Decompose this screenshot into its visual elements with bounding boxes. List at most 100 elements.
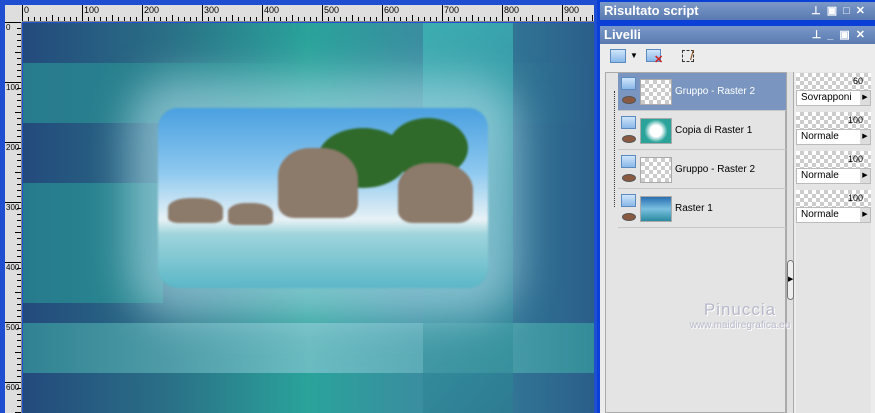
opacity-slider[interactable]: 100 <box>796 190 871 207</box>
layer-row[interactable]: Raster 1 <box>618 190 786 228</box>
ruler-tick <box>496 17 497 21</box>
ruler-tick <box>76 17 77 21</box>
ruler-label: 300 <box>204 5 220 15</box>
new-layer-icon[interactable]: ▼ <box>608 47 638 67</box>
ruler-tick <box>310 17 311 21</box>
ruler-tick <box>562 5 563 21</box>
opacity-value: 60 <box>852 76 863 86</box>
ruler-tick <box>508 17 509 21</box>
ruler-tick <box>196 17 197 21</box>
ruler-tick <box>472 15 473 21</box>
blend-mode-select[interactable]: Normale ▶ <box>796 168 871 184</box>
blend-mode-value: Normale <box>801 131 839 142</box>
edit-selection-icon[interactable]: / <box>680 47 702 67</box>
visibility-eye-icon[interactable] <box>622 212 636 221</box>
ruler-tick <box>430 17 431 21</box>
layers-panel-titlebar[interactable]: Livelli ⊥_▣✕ <box>600 26 875 44</box>
ruler-tick <box>148 17 149 21</box>
panel-window-buttons[interactable]: ⊥_▣✕ <box>812 28 871 41</box>
ruler-tick <box>15 52 21 53</box>
ruler-tick <box>388 17 389 21</box>
ruler-tick <box>15 352 21 353</box>
ruler-tick <box>17 160 21 161</box>
ruler-tick <box>17 196 21 197</box>
ruler-tick <box>442 5 443 21</box>
ruler-label: 200 <box>6 143 20 152</box>
ruler-tick <box>17 268 21 269</box>
image-window: 0 100 200 300 400 500 600 700 800 900 0 100 200 300 4… <box>0 0 597 413</box>
ruler-tick <box>17 406 21 407</box>
ruler-tick <box>15 172 21 173</box>
ruler-tick <box>100 17 101 21</box>
dropdown-arrow-icon[interactable]: ▶ <box>860 130 870 144</box>
ruler-tick <box>214 17 215 21</box>
ruler-tick <box>286 17 287 21</box>
blend-mode-select[interactable]: Normale ▶ <box>796 129 871 145</box>
ruler-tick <box>400 17 401 21</box>
layer-icons <box>618 74 640 110</box>
ruler-tick <box>592 15 593 21</box>
ruler-label: 500 <box>6 323 20 332</box>
ruler-tick <box>532 15 533 21</box>
ruler-tick <box>412 15 413 21</box>
ruler-tick <box>466 17 467 21</box>
panel-splitter[interactable]: ▶ <box>786 72 794 413</box>
ruler-tick <box>17 244 21 245</box>
layer-name: Gruppo - Raster 2 <box>675 164 756 175</box>
ruler-tick <box>328 17 329 21</box>
dropdown-arrow-icon[interactable]: ▶ <box>860 208 870 222</box>
raster-layer-icon <box>621 76 636 90</box>
ruler-tick <box>448 17 449 21</box>
vertical-ruler: 0 100 200 300 400 500 600 <box>5 22 22 413</box>
layer-row[interactable]: Gruppo - Raster 2 <box>618 151 786 189</box>
visibility-eye-icon[interactable] <box>622 173 636 182</box>
ruler-label: 300 <box>6 203 20 212</box>
ruler-tick <box>17 130 21 131</box>
ruler-tick <box>88 17 89 21</box>
ruler-tick <box>298 17 299 21</box>
layer-row[interactable]: Copia di Raster 1 <box>618 112 786 150</box>
opacity-slider[interactable]: 60 <box>796 73 871 90</box>
blend-mode-value: Sovrapponi <box>801 92 852 103</box>
ruler-tick <box>244 17 245 21</box>
group-tree-line <box>614 91 615 207</box>
ruler-tick <box>17 370 21 371</box>
image-canvas[interactable] <box>23 23 594 413</box>
opacity-slider[interactable]: 100 <box>796 112 871 129</box>
ruler-tick <box>22 5 23 21</box>
panel-window-buttons[interactable]: ⊥▣□✕ <box>811 4 871 17</box>
ruler-tick <box>454 17 455 21</box>
ruler-tick <box>520 17 521 21</box>
ruler-tick <box>34 17 35 21</box>
script-panel-titlebar[interactable]: Risultato script ⊥▣□✕ <box>600 2 875 20</box>
dropdown-arrow-icon[interactable]: ▶ <box>860 169 870 183</box>
ruler-tick <box>17 178 21 179</box>
ruler-tick <box>280 17 281 21</box>
ruler-tick <box>17 58 21 59</box>
ruler-label: 500 <box>324 5 340 15</box>
ruler-tick <box>334 17 335 21</box>
ruler-tick <box>142 5 143 21</box>
layer-icons <box>618 191 640 227</box>
ruler-tick <box>184 17 185 21</box>
dropdown-arrow-icon[interactable]: ▶ <box>860 91 870 105</box>
beach-photo <box>158 108 488 288</box>
ruler-tick <box>256 17 257 21</box>
blend-mode-select[interactable]: Normale ▶ <box>796 207 871 223</box>
splitter-arrow-icon[interactable]: ▶ <box>787 260 794 300</box>
visibility-eye-icon[interactable] <box>622 95 636 104</box>
visibility-eye-icon[interactable] <box>622 134 636 143</box>
ruler-tick <box>238 17 239 21</box>
ruler-tick <box>40 17 41 21</box>
blend-mode-select[interactable]: Sovrapponi ▶ <box>796 90 871 106</box>
ruler-tick <box>17 238 21 239</box>
ruler-tick <box>364 17 365 21</box>
ruler-label: 800 <box>504 5 520 15</box>
ruler-tick <box>17 364 21 365</box>
opacity-slider[interactable]: 100 <box>796 151 871 168</box>
layer-row[interactable]: Gruppo - Raster 2 <box>618 73 786 111</box>
ruler-tick <box>5 322 21 323</box>
ruler-tick <box>550 17 551 21</box>
ruler-tick <box>394 17 395 21</box>
delete-layer-icon[interactable]: ✕ <box>644 47 666 67</box>
